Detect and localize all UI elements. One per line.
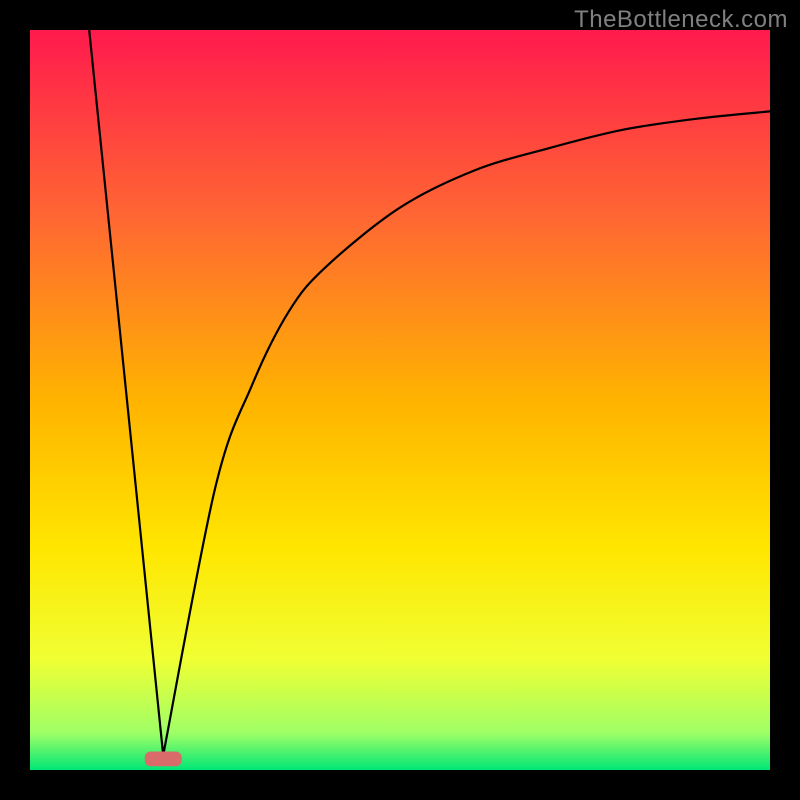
chart-svg: [30, 30, 770, 770]
plot-area: [30, 30, 770, 770]
watermark-text: TheBottleneck.com: [574, 6, 788, 34]
minimum-marker: [145, 752, 182, 767]
gradient-background: [30, 30, 770, 770]
chart-container: TheBottleneck.com: [0, 0, 800, 800]
